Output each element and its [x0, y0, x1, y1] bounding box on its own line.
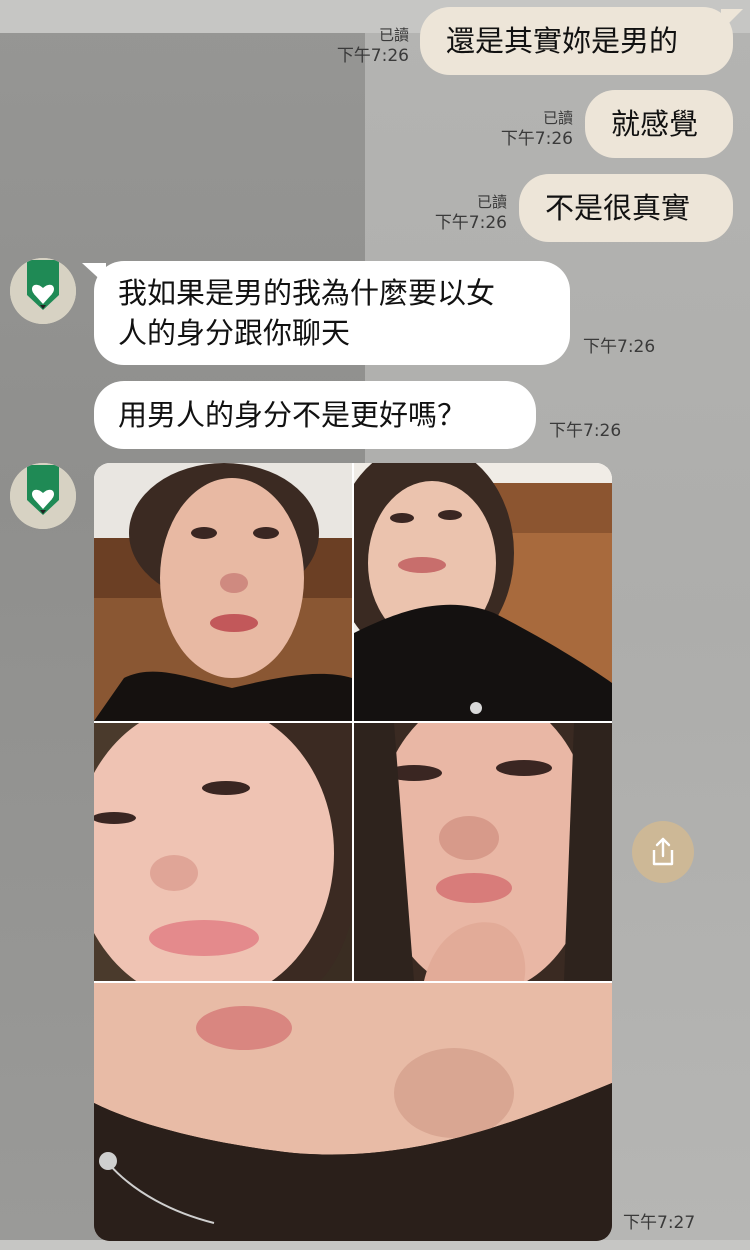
share-upload-icon — [652, 837, 674, 866]
selfie-photo — [354, 723, 612, 981]
green-pencil-heart-avatar-icon — [10, 258, 76, 324]
message-meta: 已讀 下午7:26 — [435, 192, 507, 234]
photo-thumbnail[interactable] — [354, 463, 612, 721]
green-pencil-heart-avatar-icon — [10, 463, 76, 529]
message-text: 用男人的身分不是更好嗎？ — [118, 398, 467, 432]
photo-thumbnail[interactable] — [354, 723, 612, 981]
read-receipt: 已讀 — [378, 26, 409, 44]
share-button[interactable] — [632, 821, 694, 883]
message-time: 下午7:26 — [583, 337, 656, 357]
bottom-bar-edge — [0, 1240, 750, 1250]
read-receipt: 已讀 — [476, 193, 507, 211]
outgoing-message-bubble[interactable]: 還是其實妳是男的 — [420, 7, 733, 75]
message-text-line: 人的身分跟你聊天 — [118, 316, 351, 350]
message-text: 不是很真實 — [545, 191, 691, 225]
incoming-message-bubble[interactable]: 我如果是男的我為什麼要以女 人的身分跟你聊天 — [94, 261, 570, 365]
selfie-photo — [94, 983, 612, 1241]
message-time: 下午7:27 — [623, 1213, 696, 1233]
message-text: 還是其實妳是男的 — [446, 24, 679, 58]
message-time: 下午7:26 — [434, 213, 507, 233]
photo-thumbnail[interactable] — [94, 983, 612, 1241]
message-time: 下午7:26 — [500, 129, 573, 149]
selfie-photo — [94, 723, 352, 981]
message-text: 就感覺 — [611, 107, 699, 141]
sender-avatar[interactable] — [10, 463, 76, 529]
incoming-message-bubble[interactable]: 用男人的身分不是更好嗎？ — [94, 381, 536, 449]
message-meta: 已讀 下午7:26 — [337, 25, 409, 67]
read-receipt: 已讀 — [542, 109, 573, 127]
message-text-line: 我如果是男的我為什麼要以女 — [118, 276, 496, 310]
outgoing-message-bubble[interactable]: 不是很真實 — [519, 174, 733, 242]
selfie-photo — [94, 463, 352, 721]
sender-avatar[interactable] — [10, 258, 76, 324]
photo-album[interactable] — [94, 463, 612, 1241]
selfie-photo — [354, 463, 612, 721]
message-time: 下午7:26 — [549, 421, 622, 441]
photo-thumbnail[interactable] — [94, 463, 352, 721]
message-time: 下午7:26 — [336, 46, 409, 66]
message-meta: 已讀 下午7:26 — [501, 108, 573, 150]
photo-thumbnail[interactable] — [94, 723, 352, 981]
outgoing-message-bubble[interactable]: 就感覺 — [585, 90, 733, 158]
